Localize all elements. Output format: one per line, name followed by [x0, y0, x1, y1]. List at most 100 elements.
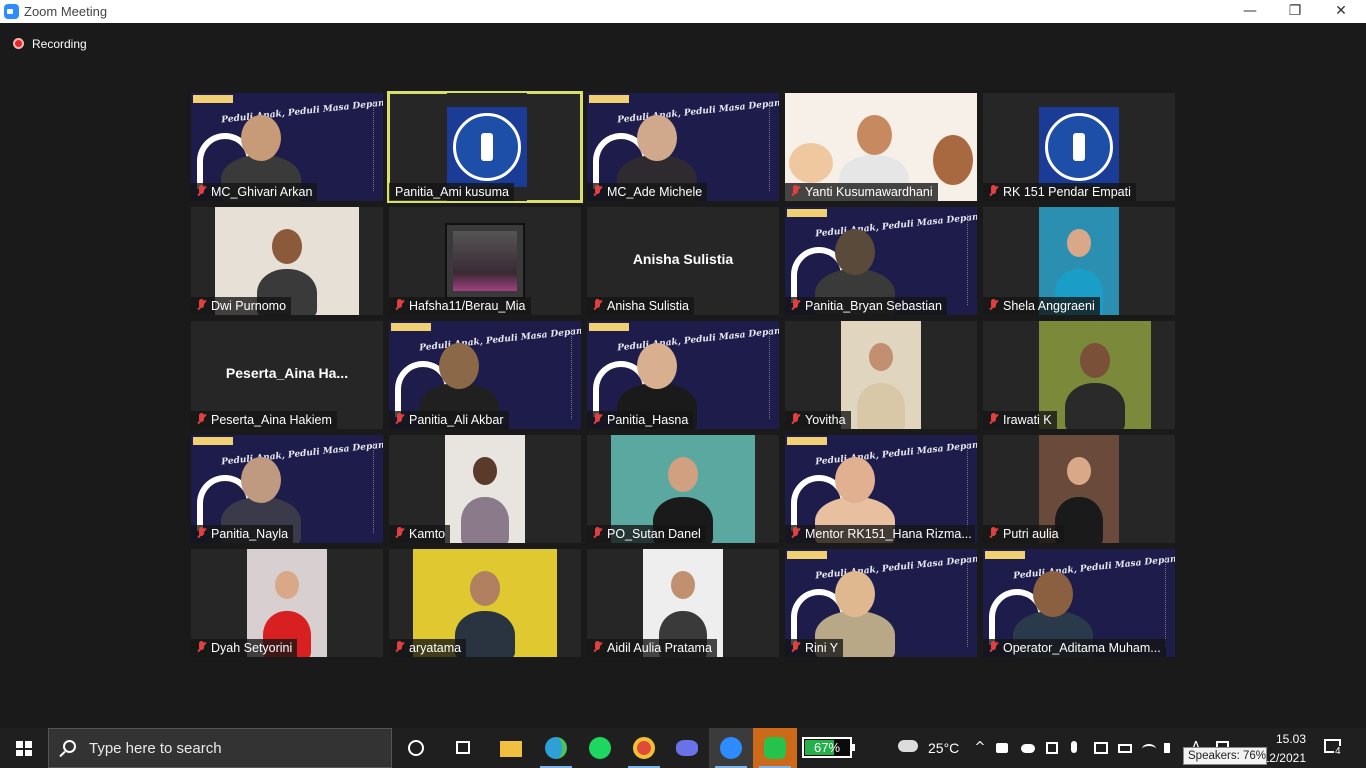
quote-image: [445, 223, 525, 299]
participant-tile[interactable]: Peserta_Aina Ha... Peserta_Aina Hakiem: [191, 321, 383, 429]
participant-name-tag: Kamto: [389, 525, 451, 543]
start-button[interactable]: [0, 728, 48, 768]
participant-tile[interactable]: Peduli Anak, Peduli Masa Depan Operator_A…: [983, 549, 1175, 657]
participant-name: MC_Ade Michele: [607, 185, 703, 199]
participant-tile[interactable]: Peduli Anak, Peduli Masa Depan Panitia_Na…: [191, 435, 383, 543]
participant-name-tag: aryatama: [389, 639, 467, 657]
participant-name-tag: Panitia_Bryan Sebastian: [785, 297, 947, 315]
participant-face: [272, 229, 302, 264]
participant-tile[interactable]: Anisha Sulistia Anisha Sulistia: [587, 207, 779, 315]
participant-tile[interactable]: aryatama: [389, 549, 581, 657]
participant-name-tag: PO_Sutan Danel: [587, 525, 706, 543]
clock-time: 15.03: [1275, 732, 1306, 746]
recording-label: Recording: [32, 37, 87, 51]
taskbar-zoom[interactable]: [709, 728, 753, 768]
battery-icon[interactable]: [1118, 744, 1132, 753]
banner-text: Peduli Anak, Peduli Masa Depan: [814, 212, 977, 240]
muted-microphone-icon: [195, 299, 209, 311]
show-hidden-icons-chevron-icon[interactable]: ^: [972, 740, 988, 756]
weather-temperature: 25°C: [928, 740, 960, 756]
battery-widget[interactable]: 67%: [802, 737, 855, 758]
search-placeholder: Type here to search: [89, 740, 222, 757]
participant-tile[interactable]: Peduli Anak, Peduli Masa Depan Rini Y: [785, 549, 977, 657]
participant-name-tag: Operator_Aditama Muham...: [983, 639, 1166, 657]
onedrive-icon[interactable]: [1021, 744, 1035, 753]
speaker-volume-icon[interactable]: [1164, 743, 1170, 753]
participant-tile[interactable]: Dyah Setyorini: [191, 549, 383, 657]
participant-face: [439, 343, 479, 389]
wifi-icon[interactable]: [1142, 744, 1156, 754]
cartoon-bear-icon: [933, 135, 973, 185]
participant-tile[interactable]: Peduli Anak, Peduli Masa Depan Panitia_Al…: [389, 321, 581, 429]
participant-tile[interactable]: Peduli Anak, Peduli Masa Depan Panitia_Ha…: [587, 321, 779, 429]
close-button[interactable]: ✕: [1318, 0, 1364, 23]
participant-name-tag: Rini Y: [785, 639, 844, 657]
restore-button[interactable]: ❐: [1272, 0, 1318, 23]
participant-tile[interactable]: Yovitha: [785, 321, 977, 429]
participant-name-tag: Panitia_Ali Akbar: [389, 411, 509, 429]
taskbar-chrome[interactable]: [622, 728, 666, 768]
participant-name-tag: Panitia_Nayla: [191, 525, 294, 543]
spotify-icon: [589, 737, 611, 759]
participant-name-tag: Irawati K: [983, 411, 1057, 429]
participant-name-tag: MC_Ade Michele: [587, 183, 708, 201]
banner-text: Peduli Anak, Peduli Masa Depan: [220, 440, 383, 468]
participant-face: [470, 571, 500, 606]
participant-display-name: Peserta_Aina Ha...: [225, 365, 349, 381]
muted-microphone-icon: [789, 641, 803, 653]
muted-microphone-icon: [393, 299, 407, 311]
participant-tile[interactable]: Dwi Purnomo: [191, 207, 383, 315]
banner-text: Peduli Anak, Peduli Masa Depan: [814, 554, 977, 582]
taskbar-search-box[interactable]: Type here to search: [48, 728, 392, 768]
sponsor-logos: [589, 95, 629, 103]
display-icon[interactable]: [1094, 742, 1108, 754]
participant-name: Panitia_Nayla: [211, 527, 289, 541]
participant-tile[interactable]: Aidil Aulia Pratama: [587, 549, 779, 657]
participant-face: [241, 457, 281, 503]
participant-silhouette: [857, 383, 905, 429]
participant-tile[interactable]: Irawati K: [983, 321, 1175, 429]
microphone-icon[interactable]: [1071, 741, 1077, 753]
participant-name-tag: Shela Anggraeni: [983, 297, 1100, 315]
banner-text: Peduli Anak, Peduli Masa Depan: [1012, 554, 1175, 582]
muted-microphone-icon: [393, 641, 407, 653]
participant-tile[interactable]: Kamto: [389, 435, 581, 543]
participant-tile[interactable]: Yanti Kusumawardhani: [785, 93, 977, 201]
participant-name: Dyah Setyorini: [211, 641, 293, 655]
participant-tile[interactable]: Panitia_Ami kusuma: [387, 91, 583, 203]
taskbar-discord[interactable]: [665, 728, 709, 768]
vertical-stripe: [1165, 557, 1169, 647]
muted-microphone-icon: [789, 185, 803, 197]
participant-tile[interactable]: Shela Anggraeni: [983, 207, 1175, 315]
participant-tile[interactable]: PO_Sutan Danel: [587, 435, 779, 543]
meet-now-icon[interactable]: [1046, 742, 1058, 754]
taskbar-edge[interactable]: [534, 728, 578, 768]
participant-tile[interactable]: Peduli Anak, Peduli Masa Depan MC_Ghivari…: [191, 93, 383, 201]
muted-microphone-icon: [789, 299, 803, 311]
action-center-button[interactable]: 4: [1322, 738, 1344, 758]
cortana-button[interactable]: [394, 728, 438, 768]
taskbar-spotify[interactable]: [578, 728, 622, 768]
participant-tile[interactable]: Hafsha11/Berau_Mia: [389, 207, 581, 315]
participant-tile[interactable]: Peduli Anak, Peduli Masa Depan MC_Ade Mic…: [587, 93, 779, 201]
participant-name-tag: Panitia_Ami kusuma: [389, 183, 514, 201]
participant-tile[interactable]: Putri aulia: [983, 435, 1175, 543]
pendar-empati-logo-icon: [453, 113, 521, 181]
speakers-volume-tooltip: Speakers: 76%: [1183, 747, 1267, 765]
dropbox-icon[interactable]: [996, 743, 1008, 753]
participant-face: [1067, 229, 1091, 257]
taskbar-line[interactable]: [753, 728, 797, 768]
window-titlebar: Zoom Meeting — ❐ ✕: [0, 0, 1366, 23]
task-view-button[interactable]: [441, 728, 485, 768]
participant-tile[interactable]: RK 151 Pendar Empati: [983, 93, 1175, 201]
banner-text: Peduli Anak, Peduli Masa Depan: [418, 326, 581, 354]
participant-tile[interactable]: Peduli Anak, Peduli Masa Depan Panitia_Br…: [785, 207, 977, 315]
sponsor-logos: [985, 551, 1025, 559]
muted-microphone-icon: [195, 527, 209, 539]
minimize-button[interactable]: —: [1227, 0, 1273, 23]
participant-tile[interactable]: Peduli Anak, Peduli Masa Depan Mentor RK1…: [785, 435, 977, 543]
banner-text: Peduli Anak, Peduli Masa Depan: [220, 98, 383, 126]
taskbar-file-explorer[interactable]: [489, 728, 533, 768]
participant-face: [835, 457, 875, 503]
participant-name: Yanti Kusumawardhani: [805, 185, 933, 199]
